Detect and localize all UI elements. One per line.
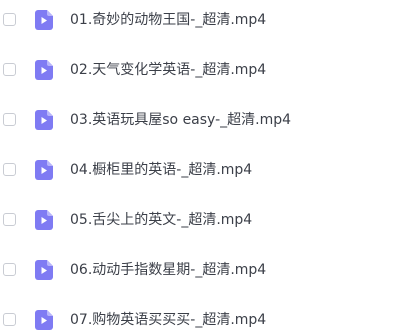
row-checkbox[interactable] (3, 113, 16, 126)
file-name[interactable]: 05.舌尖上的英文-_超清.mp4 (70, 210, 252, 230)
file-name[interactable]: 04.橱柜里的英语-_超清.mp4 (70, 160, 252, 180)
file-name[interactable]: 06.动动手指数星期-_超清.mp4 (70, 260, 266, 280)
video-file-icon (35, 210, 53, 230)
file-row[interactable]: 01.奇妙的动物王国-_超清.mp4 (0, 4, 405, 36)
row-checkbox[interactable] (3, 163, 16, 176)
video-file-icon (35, 260, 53, 280)
video-file-icon (35, 110, 53, 130)
file-row[interactable]: 07.购物英语买买买-_超清.mp4 (0, 304, 405, 336)
file-row[interactable]: 03.英语玩具屋so easy-_超清.mp4 (0, 104, 405, 136)
row-checkbox[interactable] (3, 263, 16, 276)
file-row[interactable]: 04.橱柜里的英语-_超清.mp4 (0, 154, 405, 186)
file-name[interactable]: 07.购物英语买买买-_超清.mp4 (70, 310, 266, 330)
row-checkbox[interactable] (3, 13, 16, 26)
file-row[interactable]: 02.天气变化学英语-_超清.mp4 (0, 54, 405, 86)
file-name[interactable]: 02.天气变化学英语-_超清.mp4 (70, 60, 266, 80)
video-file-icon (35, 310, 53, 330)
file-name[interactable]: 03.英语玩具屋so easy-_超清.mp4 (70, 110, 291, 130)
file-name[interactable]: 01.奇妙的动物王国-_超清.mp4 (70, 10, 266, 30)
row-checkbox[interactable] (3, 213, 16, 226)
video-file-icon (35, 60, 53, 80)
file-row[interactable]: 06.动动手指数星期-_超清.mp4 (0, 254, 405, 286)
video-file-icon (35, 10, 53, 30)
file-row[interactable]: 05.舌尖上的英文-_超清.mp4 (0, 204, 405, 236)
row-checkbox[interactable] (3, 63, 16, 76)
video-file-icon (35, 160, 53, 180)
